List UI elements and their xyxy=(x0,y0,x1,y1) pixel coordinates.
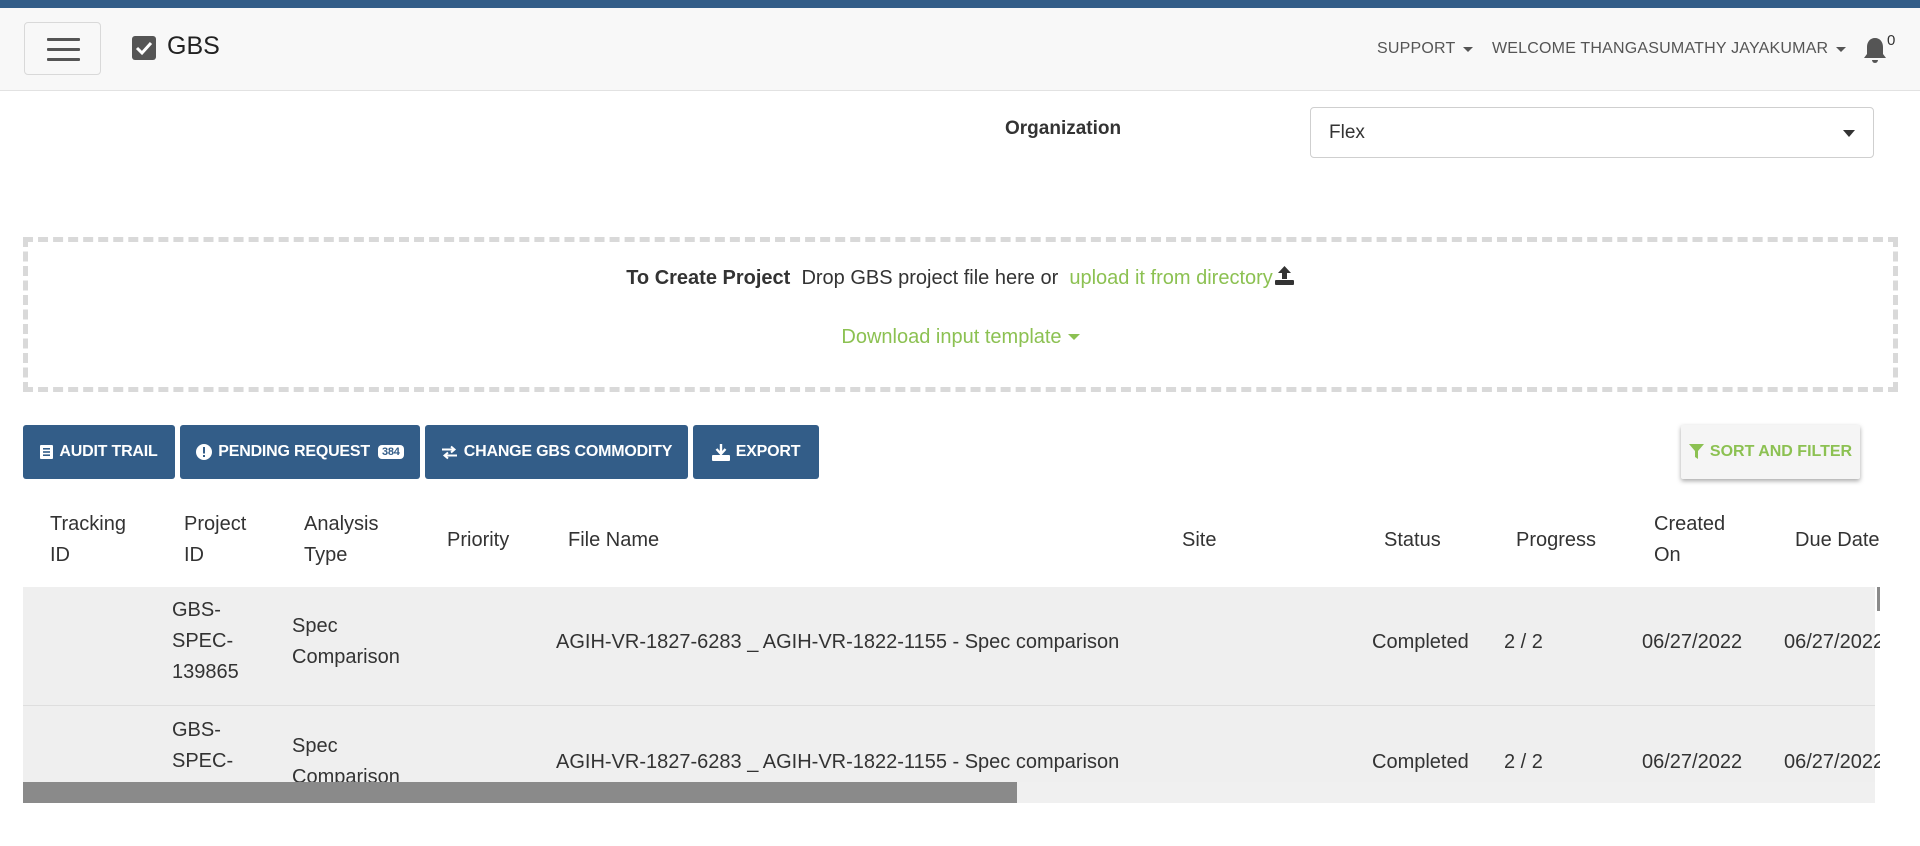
vertical-scrollbar-thumb[interactable] xyxy=(1877,587,1880,611)
header-text: Created xyxy=(1654,513,1726,535)
audit-trail-button[interactable]: AUDIT TRAIL xyxy=(23,425,175,479)
cell-due-date: 06/27/2022 xyxy=(1784,751,1880,773)
header-tracking-id[interactable]: Tracking ID xyxy=(50,509,126,571)
table-row[interactable]: GBS- SPEC- 139865 Spec Comparison AGIH-V… xyxy=(23,587,1880,706)
user-menu[interactable]: WELCOME THANGASUMATHY JAYAKUMAR xyxy=(1492,40,1847,58)
welcome-label: WELCOME THANGASUMATHY JAYAKUMAR xyxy=(1492,40,1829,57)
header-text: Type xyxy=(304,544,348,566)
chevron-down-icon xyxy=(1836,46,1847,52)
header-created-on[interactable]: Created On xyxy=(1654,509,1725,571)
bell-icon[interactable] xyxy=(1862,36,1888,64)
cell-text: Spec xyxy=(292,735,338,757)
header-status[interactable]: Status xyxy=(1384,525,1441,556)
header-text: ID xyxy=(50,544,70,566)
pending-count-badge: 384 xyxy=(377,445,404,459)
cell-project-id: GBS- SPEC- xyxy=(172,715,233,777)
cell-text: Comparison xyxy=(292,646,400,668)
hamburger-menu-button[interactable] xyxy=(24,22,101,75)
change-commodity-label: CHANGE GBS COMMODITY xyxy=(463,443,673,460)
chevron-down-icon xyxy=(1463,46,1474,52)
check-square-icon xyxy=(132,36,156,60)
audit-trail-label: AUDIT TRAIL xyxy=(59,443,158,460)
app-title[interactable]: GBS xyxy=(167,32,220,61)
chevron-down-icon xyxy=(1067,334,1080,340)
download-template-menu[interactable]: Download input template xyxy=(28,326,1893,349)
upload-icon[interactable] xyxy=(1274,265,1295,286)
header-text: Analysis xyxy=(304,513,379,535)
cell-text: GBS- xyxy=(172,599,221,621)
cell-analysis-type: Spec Comparison xyxy=(292,611,400,673)
drop-instruction: Drop GBS project file here or xyxy=(801,267,1059,289)
download-icon xyxy=(711,443,730,461)
menu-icon-line xyxy=(47,48,80,51)
cell-text: SPEC- xyxy=(172,630,234,652)
top-accent-bar xyxy=(0,0,1920,8)
cell-text: GBS- xyxy=(172,719,221,741)
header-text: ID xyxy=(184,544,204,566)
menu-icon-line xyxy=(47,58,80,61)
support-label: SUPPORT xyxy=(1377,40,1456,57)
header-progress[interactable]: Progress xyxy=(1516,525,1596,556)
upload-link[interactable]: upload it from directory xyxy=(1069,267,1272,289)
cell-progress: 2 / 2 xyxy=(1504,631,1543,653)
organization-select[interactable]: Flex xyxy=(1310,107,1874,158)
cell-text: Spec xyxy=(292,615,338,637)
pending-request-label: PENDING REQUEST xyxy=(218,443,370,460)
header-text: Project xyxy=(184,513,247,535)
change-commodity-button[interactable]: CHANGE GBS COMMODITY xyxy=(425,425,688,479)
chevron-down-icon xyxy=(1843,130,1855,137)
cell-created-on: 06/27/2022 xyxy=(1642,631,1743,653)
cell-project-id: GBS- SPEC- 139865 xyxy=(172,595,239,688)
project-dropzone[interactable]: To Create Project Drop GBS project file … xyxy=(23,237,1898,392)
exchange-icon xyxy=(441,445,457,459)
sort-filter-label: SORT AND FILTER xyxy=(1709,443,1853,460)
header-file-name[interactable]: File Name xyxy=(568,525,659,556)
cell-status: Completed xyxy=(1372,751,1469,773)
cell-file-name: AGIH-VR-1827-6283 _ AGIH-VR-1822-1155 - … xyxy=(556,751,1120,773)
menu-icon-line xyxy=(47,38,80,41)
header-priority[interactable]: Priority xyxy=(447,525,509,556)
header-project-id[interactable]: Project ID xyxy=(184,509,246,571)
download-template-link[interactable]: Download input template xyxy=(841,326,1061,348)
cell-created-on: 06/27/2022 xyxy=(1642,751,1743,773)
export-label: EXPORT xyxy=(735,443,801,460)
header-due-date[interactable]: Due Date xyxy=(1795,525,1880,556)
cell-status: Completed xyxy=(1372,631,1469,653)
header-analysis-type[interactable]: Analysis Type xyxy=(304,509,378,571)
dropzone-text: To Create Project Drop GBS project file … xyxy=(28,265,1893,290)
exclamation-circle-icon xyxy=(196,444,213,460)
cell-due-date: 06/27/2022 xyxy=(1784,631,1880,653)
header-text: On xyxy=(1654,544,1681,566)
horizontal-scrollbar-thumb[interactable] xyxy=(23,782,1017,803)
sort-filter-button[interactable]: SORT AND FILTER xyxy=(1681,425,1860,479)
cell-file-name: AGIH-VR-1827-6283 _ AGIH-VR-1822-1155 - … xyxy=(556,631,1120,653)
projects-table: Tracking ID Project ID Analysis Type Pri… xyxy=(23,495,1880,803)
notification-count: 0 xyxy=(1887,32,1896,49)
pending-request-button[interactable]: PENDING REQUEST 384 xyxy=(180,425,420,479)
organization-value: Flex xyxy=(1329,122,1365,143)
header-text: Tracking xyxy=(50,513,126,535)
cell-progress: 2 / 2 xyxy=(1504,751,1543,773)
cell-text: SPEC- xyxy=(172,750,234,772)
list-icon xyxy=(40,445,54,459)
filter-icon xyxy=(1688,444,1704,459)
cell-text: 139865 xyxy=(172,661,239,683)
navbar: GBS SUPPORT WELCOME THANGASUMATHY JAYAKU… xyxy=(0,8,1920,91)
export-button[interactable]: EXPORT xyxy=(693,425,819,479)
header-site[interactable]: Site xyxy=(1182,525,1216,556)
organization-label: Organization xyxy=(1005,118,1122,139)
create-project-label: To Create Project xyxy=(626,267,791,289)
support-menu[interactable]: SUPPORT xyxy=(1377,40,1474,58)
